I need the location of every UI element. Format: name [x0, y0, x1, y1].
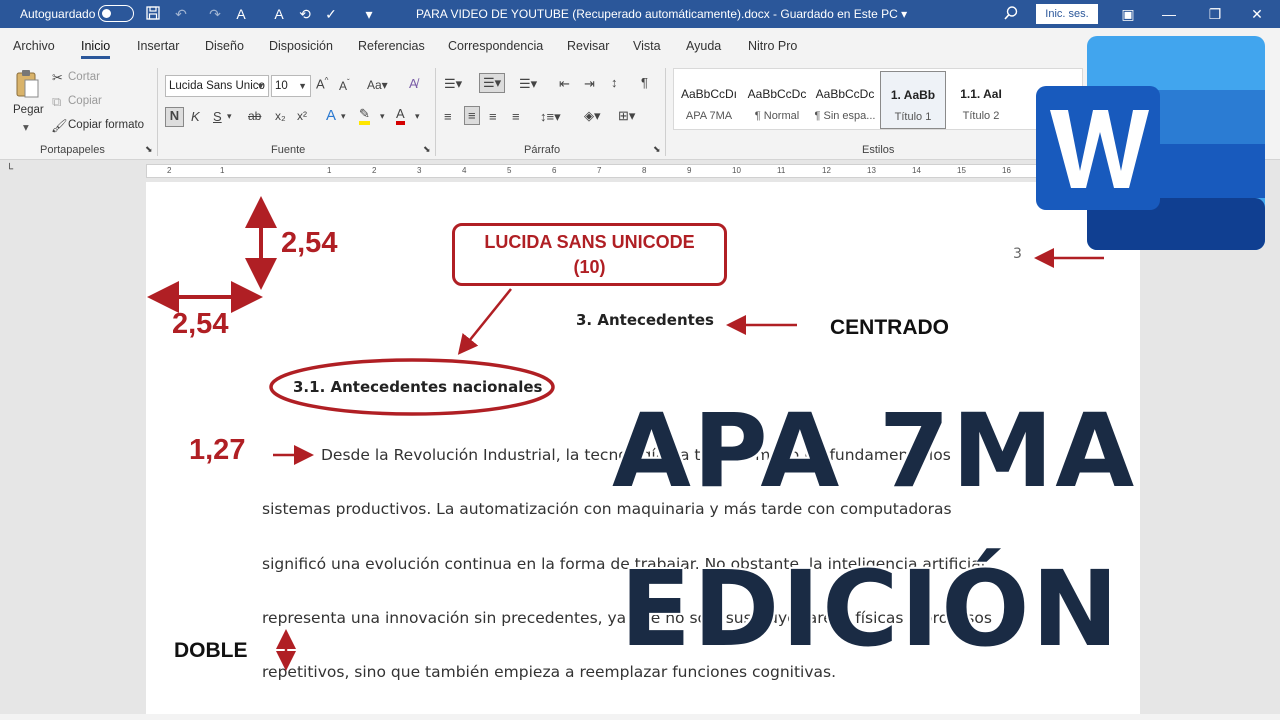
font-callout-line2: (10)	[573, 257, 606, 277]
overlay-title-line2: EDICIÓN	[620, 548, 1121, 670]
indent-label: 1,27	[189, 434, 246, 466]
word-logo-icon	[1036, 36, 1265, 250]
top-margin-label: 2,54	[281, 227, 338, 259]
left-margin-label: 2,54	[172, 308, 229, 340]
overlay-title-line1: APA 7MA	[612, 392, 1137, 511]
spacing-label: DOBLE	[174, 639, 248, 662]
centered-label: CENTRADO	[830, 316, 949, 339]
font-callout-line1: LUCIDA SANS UNICODE	[484, 232, 695, 252]
heading-highlight-ellipse	[269, 358, 555, 416]
font-callout-box: LUCIDA SANS UNICODE (10)	[452, 223, 727, 286]
font-callout-arrow	[457, 288, 512, 355]
status-bar	[0, 714, 1280, 720]
